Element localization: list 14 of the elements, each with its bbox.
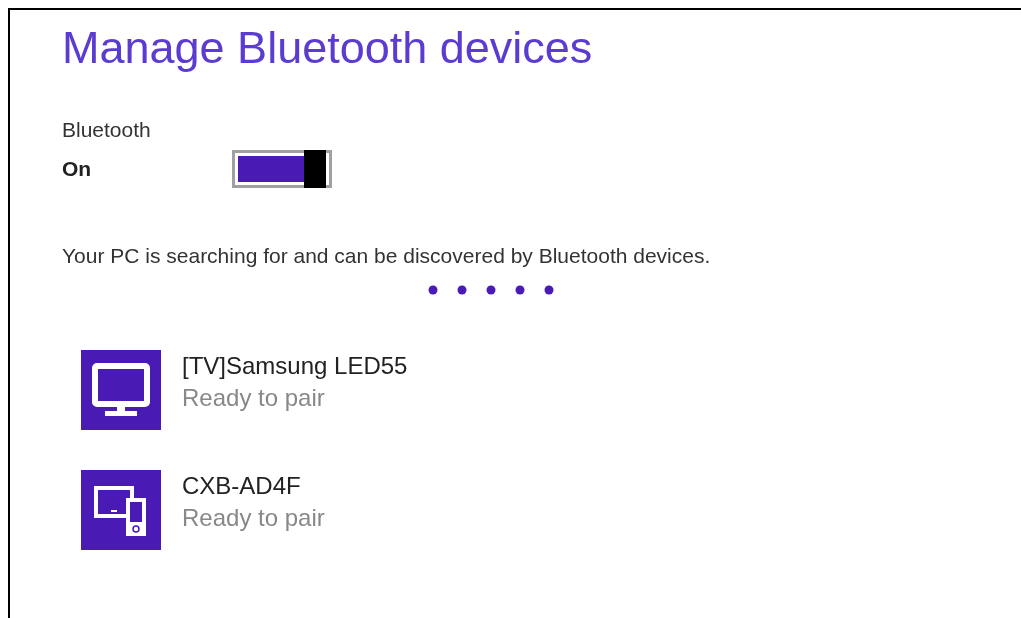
device-name: CXB-AD4F — [182, 471, 302, 501]
device-item[interactable]: CXB-AD4F Ready to pair — [81, 470, 325, 550]
toggle-state: On — [62, 155, 93, 182]
devices-icon — [81, 470, 161, 550]
bluetooth-toggle[interactable] — [232, 149, 332, 188]
device-status: Ready to pair — [182, 503, 325, 533]
device-status: Ready to pair — [182, 383, 326, 413]
page-title: Manage Bluetooth devices — [62, 21, 593, 75]
bluetooth-label: Bluetooth — [62, 117, 151, 143]
device-name: [TV]Samsung LED55 — [182, 351, 408, 381]
progress-dots-icon — [428, 285, 554, 295]
status-message: Your PC is searching for and can be discovered by Bluetooth devices. — [62, 242, 711, 269]
monitor-icon — [81, 350, 161, 430]
device-item[interactable]: [TV]Samsung LED55 Ready to pair — [81, 350, 408, 430]
